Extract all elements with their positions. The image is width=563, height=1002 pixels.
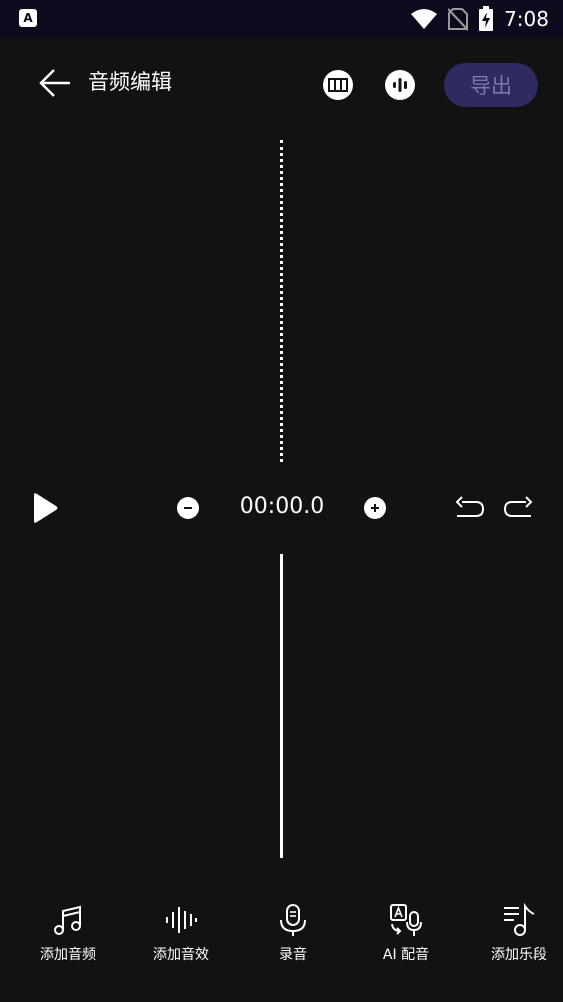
waveform-button[interactable] [385,70,415,100]
status-bar: A 7:08 [0,0,563,38]
microphone-icon [280,904,306,936]
plus-icon [371,504,379,512]
zoom-out-button[interactable] [177,497,199,519]
redo-button[interactable] [502,496,534,522]
back-button[interactable] [34,62,76,104]
tool-label: 添加音频 [40,947,96,963]
page-title: 音频编辑 [88,70,172,94]
bottom-toolbar: 添加音频 添加音效 录音 AI 配音 添加乐段 [0,892,563,982]
tool-label: 添加乐段 [491,947,547,963]
waveform-cursor-line [280,140,283,462]
timeline-button[interactable] [323,70,353,100]
waveform-area[interactable] [0,140,563,462]
export-button[interactable]: 导出 [444,63,538,107]
playlist-music-icon [504,902,535,936]
ai-dub-button[interactable]: AI 配音 [356,892,456,964]
waveform-icon [393,78,407,92]
redo-icon [503,496,533,517]
minus-icon [184,507,192,509]
header: 音频编辑 导出 [0,38,563,128]
zoom-in-button[interactable] [364,497,386,519]
tool-label: 添加音效 [153,947,209,963]
playhead[interactable] [280,554,283,858]
timeline-icon [328,78,348,92]
sound-wave-icon [166,907,197,933]
add-music-segment-button[interactable]: 添加乐段 [469,892,563,964]
track-area[interactable] [0,554,563,858]
status-clock: 7:08 [504,7,549,31]
arrow-left-icon [39,69,70,97]
playback-controls: 00:00.0 [0,480,563,536]
play-icon [34,493,58,523]
tool-label: 录音 [279,947,307,963]
play-button[interactable] [30,492,60,524]
time-display: 00:00.0 [239,494,325,519]
tool-label: AI 配音 [382,947,430,963]
add-audio-button[interactable]: 添加音频 [18,892,118,964]
record-button[interactable]: 录音 [243,892,343,964]
no-sim-icon [448,8,469,31]
app-notification-icon: A [19,9,37,27]
battery-charging-icon [479,6,494,31]
music-note-icon [54,905,81,935]
add-sound-effect-button[interactable]: 添加音效 [131,892,231,964]
undo-icon [455,496,485,517]
undo-button[interactable] [454,496,486,522]
wifi-icon [411,9,438,29]
ai-dub-icon [390,904,422,936]
system-icons: 7:08 [410,6,549,32]
